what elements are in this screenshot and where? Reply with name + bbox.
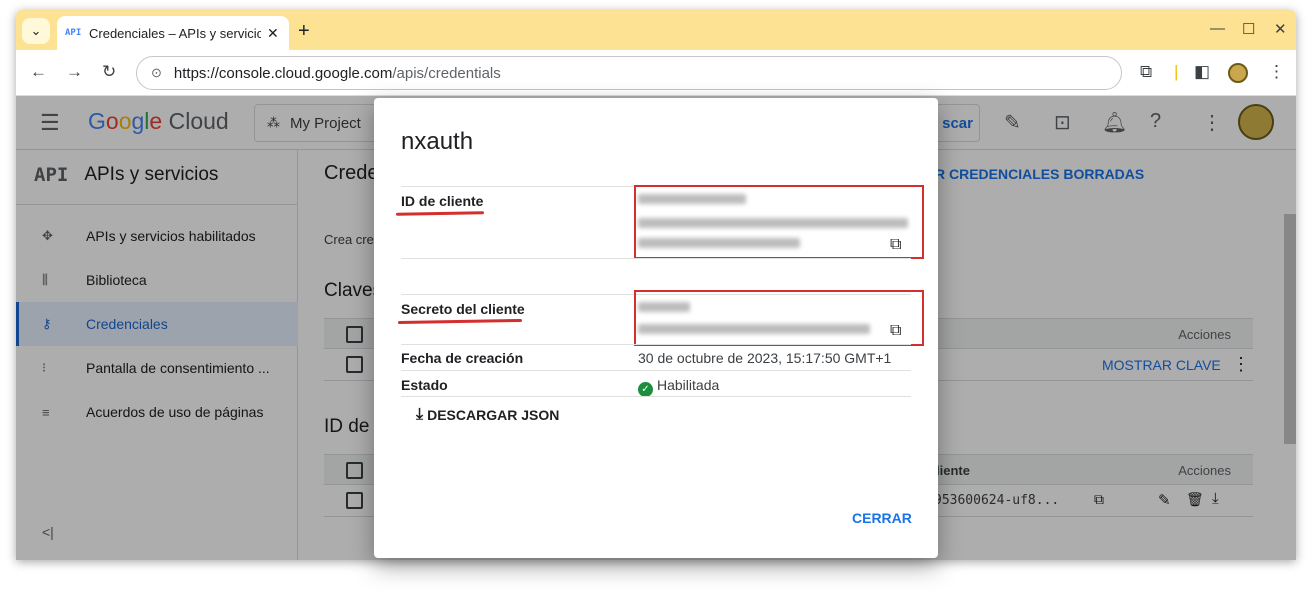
site-info-icon[interactable]: ⊙ bbox=[151, 65, 162, 81]
side-panel-icon[interactable]: ◧ bbox=[1194, 62, 1210, 82]
status-label: Estado bbox=[401, 377, 448, 393]
dialog-divider bbox=[401, 258, 911, 259]
forward-icon[interactable]: → bbox=[66, 62, 83, 82]
dialog-title: nxauth bbox=[401, 128, 474, 155]
highlight-box-annotation bbox=[634, 185, 924, 259]
url-path: /apis/credentials bbox=[392, 64, 501, 82]
minimize-icon[interactable]: — bbox=[1210, 20, 1225, 37]
browser-menu-icon[interactable]: ⋮ bbox=[1268, 62, 1285, 82]
tab-search-dropdown-icon[interactable]: ⌄ bbox=[22, 18, 50, 44]
status-text: Habilitada bbox=[657, 377, 720, 393]
download-json-label: DESCARGAR JSON bbox=[427, 407, 560, 423]
reload-icon[interactable]: ↻ bbox=[102, 62, 116, 82]
download-icon: ⤓ bbox=[416, 406, 424, 423]
browser-toolbar: ← → ↻ ⊙ https://console.cloud.google.com… bbox=[16, 50, 1296, 96]
profile-avatar[interactable] bbox=[1228, 63, 1248, 83]
tab-credentials[interactable]: API Credenciales – APIs y servicios ✕ bbox=[57, 16, 289, 50]
api-favicon-icon: API bbox=[65, 28, 82, 38]
client-secret-label: Secreto del cliente bbox=[401, 301, 525, 317]
check-circle-icon: ✓ bbox=[638, 382, 653, 397]
back-icon[interactable]: ← bbox=[30, 62, 47, 82]
status-value: ✓ Habilitada bbox=[638, 377, 719, 397]
creation-date-label: Fecha de creación bbox=[401, 350, 524, 366]
download-json-button[interactable]: ⤓ DESCARGAR JSON bbox=[416, 406, 559, 424]
underline-annotation bbox=[395, 211, 485, 216]
maximize-icon[interactable]: ☐ bbox=[1242, 20, 1255, 38]
window-close-icon[interactable]: ✕ bbox=[1274, 20, 1287, 38]
tab-title: Credenciales – APIs y servicios bbox=[89, 25, 261, 41]
creation-date-value: 30 de octubre de 2023, 15:17:50 GMT+1 bbox=[638, 350, 892, 366]
client-id-label: ID de cliente bbox=[401, 193, 484, 209]
close-button[interactable]: CERRAR bbox=[852, 510, 912, 526]
new-tab-icon[interactable]: + bbox=[298, 20, 310, 43]
extensions-icon[interactable]: ⧉ bbox=[1140, 62, 1152, 82]
tab-strip: ⌄ API Credenciales – APIs y servicios ✕ … bbox=[16, 10, 1296, 50]
underline-annotation bbox=[397, 318, 523, 325]
client-details-dialog: nxauth ID de cliente ⧉ Secreto del clien… bbox=[374, 98, 938, 558]
tab-close-icon[interactable]: ✕ bbox=[267, 25, 279, 42]
url-host: https://console.cloud.google.com bbox=[173, 64, 393, 82]
toolbar-divider: | bbox=[1174, 62, 1179, 81]
dialog-divider bbox=[401, 370, 911, 371]
dialog-divider bbox=[401, 396, 911, 397]
dialog-divider bbox=[401, 344, 911, 345]
highlight-box-annotation bbox=[634, 290, 924, 346]
address-bar[interactable]: ⊙ https://console.cloud.google.com /apis… bbox=[136, 56, 1122, 90]
